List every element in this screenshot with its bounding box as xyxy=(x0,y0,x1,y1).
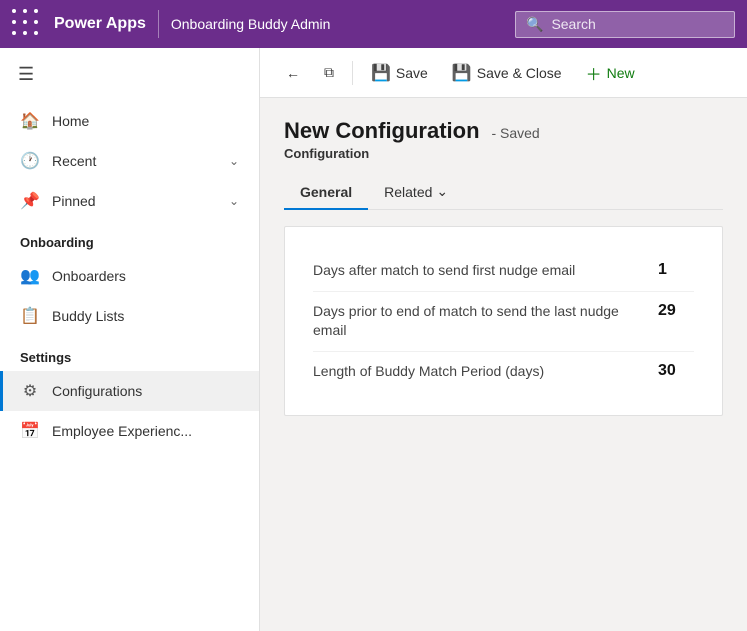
sidebar-item-label: Home xyxy=(52,113,89,129)
sidebar-item-label: Buddy Lists xyxy=(52,308,124,324)
record-status: - Saved xyxy=(491,125,539,141)
field-value-1: 29 xyxy=(634,302,694,320)
tab-general[interactable]: General xyxy=(284,176,368,210)
toolbar: ← ⧉ 💾 Save 💾 Save & Close ＋ New xyxy=(260,48,747,98)
form-row-2: Length of Buddy Match Period (days) 30 xyxy=(313,352,694,392)
sidebar-item-label: Configurations xyxy=(52,383,142,399)
toolbar-divider xyxy=(352,61,353,85)
sidebar-nav: 🏠 Home 🕐 Recent ⌄ 📌 Pinned ⌄ Onboarding … xyxy=(0,101,259,467)
chevron-down-icon: ⌄ xyxy=(229,154,239,168)
tabs: General Related ⌄ xyxy=(284,175,723,210)
sidebar-item-home[interactable]: 🏠 Home xyxy=(0,101,259,141)
chevron-down-icon: ⌄ xyxy=(229,194,239,208)
sidebar-item-label: Employee Experienc... xyxy=(52,423,192,439)
sidebar-item-employee-experience[interactable]: 📅 Employee Experienc... xyxy=(0,411,259,451)
save-close-button[interactable]: 💾 Save & Close xyxy=(442,58,572,88)
sidebar-item-pinned[interactable]: 📌 Pinned ⌄ xyxy=(0,181,259,221)
sidebar-item-label: Recent xyxy=(52,153,96,169)
home-icon: 🏠 xyxy=(20,111,40,131)
save-close-icon: 💾 xyxy=(452,63,472,83)
employee-experience-icon: 📅 xyxy=(20,421,40,441)
field-value-0: 1 xyxy=(634,261,694,279)
form-row-1: Days prior to end of match to send the l… xyxy=(313,292,694,352)
save-label: Save xyxy=(396,65,428,81)
open-icon: ⧉ xyxy=(324,64,334,81)
recent-icon: 🕐 xyxy=(20,151,40,171)
search-box[interactable]: 🔍 xyxy=(515,11,735,38)
form-row-0: Days after match to send first nudge ema… xyxy=(313,251,694,292)
top-divider xyxy=(158,10,159,38)
waffle-menu[interactable] xyxy=(12,9,42,39)
form-card: Days after match to send first nudge ema… xyxy=(284,226,723,416)
sidebar-item-buddy-lists[interactable]: 📋 Buddy Lists xyxy=(0,296,259,336)
back-icon: ← xyxy=(286,65,300,81)
app-layout: ☰ 🏠 Home 🕐 Recent ⌄ 📌 Pinned ⌄ Onboardin… xyxy=(0,48,747,631)
pin-icon: 📌 xyxy=(20,191,40,211)
sidebar-item-recent[interactable]: 🕐 Recent ⌄ xyxy=(0,141,259,181)
new-icon: ＋ xyxy=(586,61,602,85)
sidebar-item-label: Onboarders xyxy=(52,268,126,284)
content-area: New Configuration - Saved Configuration … xyxy=(260,98,747,631)
open-record-button[interactable]: ⧉ xyxy=(314,59,344,86)
sidebar-item-onboarders[interactable]: 👥 Onboarders xyxy=(0,256,259,296)
search-input[interactable] xyxy=(551,16,724,32)
save-button[interactable]: 💾 Save xyxy=(361,58,438,88)
back-button[interactable]: ← xyxy=(276,60,310,86)
section-title-settings: Settings xyxy=(0,336,259,371)
record-title: New Configuration xyxy=(284,118,480,143)
sidebar: ☰ 🏠 Home 🕐 Recent ⌄ 📌 Pinned ⌄ Onboardin… xyxy=(0,48,260,631)
save-icon: 💾 xyxy=(371,63,391,83)
main-area: ← ⧉ 💾 Save 💾 Save & Close ＋ New New Conf… xyxy=(260,48,747,631)
new-button[interactable]: ＋ New xyxy=(576,56,645,90)
new-label: New xyxy=(607,65,635,81)
sidebar-item-label: Pinned xyxy=(52,193,96,209)
configurations-icon: ⚙ xyxy=(20,381,40,401)
field-label-1: Days prior to end of match to send the l… xyxy=(313,302,634,341)
chevron-down-icon: ⌄ xyxy=(436,183,448,200)
onboarders-icon: 👥 xyxy=(20,266,40,286)
app-name: Onboarding Buddy Admin xyxy=(171,16,331,32)
top-bar: Power Apps Onboarding Buddy Admin 🔍 xyxy=(0,0,747,48)
search-icon: 🔍 xyxy=(526,16,543,33)
tab-related[interactable]: Related ⌄ xyxy=(368,175,464,210)
sidebar-item-configurations[interactable]: ⚙ Configurations xyxy=(0,371,259,411)
record-type: Configuration xyxy=(284,146,723,161)
field-label-0: Days after match to send first nudge ema… xyxy=(313,261,634,281)
save-close-label: Save & Close xyxy=(477,65,562,81)
field-label-2: Length of Buddy Match Period (days) xyxy=(313,362,634,382)
hamburger-button[interactable]: ☰ xyxy=(0,48,259,101)
record-header: New Configuration - Saved Configuration xyxy=(284,118,723,161)
app-title: Power Apps xyxy=(54,15,146,33)
section-title-onboarding: Onboarding xyxy=(0,221,259,256)
buddy-lists-icon: 📋 xyxy=(20,306,40,326)
field-value-2: 30 xyxy=(634,362,694,380)
